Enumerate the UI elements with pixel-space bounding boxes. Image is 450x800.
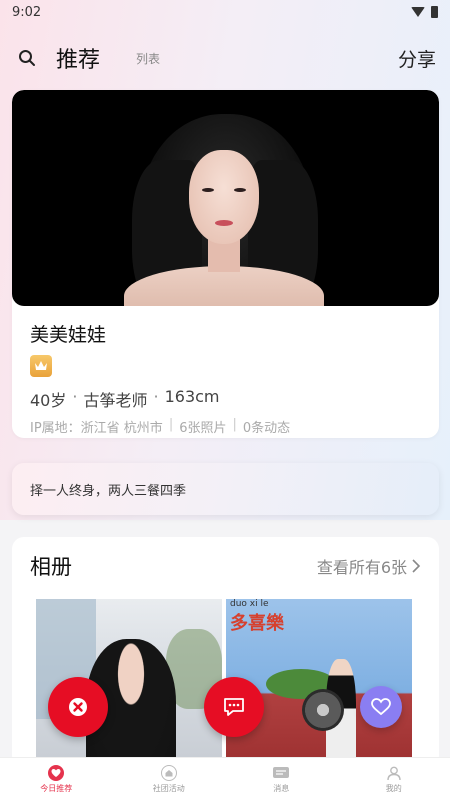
profile-card[interactable]: 美美娃娃 40岁 · 古筝老师 · 163cm IP属地：浙江省 杭州市 | 6… — [12, 90, 439, 438]
tab-club-activities[interactable]: 社团活动 — [113, 758, 226, 800]
tab-recommend[interactable]: 推荐 — [56, 42, 100, 74]
chevron-right-icon — [412, 559, 421, 573]
tab-list[interactable]: 列表 — [136, 50, 160, 67]
vip-badge — [30, 355, 52, 377]
photo-eye-right — [234, 188, 246, 192]
profile-info: 美美娃娃 40岁 · 古筝老师 · 163cm IP属地：浙江省 杭州市 | 6… — [12, 306, 439, 436]
user-icon — [387, 766, 401, 780]
status-time: 9:02 — [12, 4, 42, 20]
separator-dot: · — [153, 387, 159, 406]
photo-caption: 多喜樂 — [230, 613, 284, 634]
tab-today-recommend[interactable]: 今日推荐 — [0, 758, 113, 800]
tab-label: 我的 — [385, 783, 402, 793]
separator-dot: · — [72, 387, 78, 406]
separator: | — [168, 417, 174, 432]
photo-count: 6张照片 — [179, 421, 227, 436]
profile-age: 40岁 — [30, 391, 67, 410]
top-header: 推荐 列表 分享 — [0, 36, 450, 80]
view-all-label: 查看所有6张 — [316, 558, 407, 577]
album-photo[interactable]: duo xi le 多喜樂 — [226, 599, 412, 767]
wifi-icon — [411, 7, 425, 17]
profile-photo[interactable] — [12, 90, 439, 306]
profile-height: 163cm — [164, 387, 220, 406]
house-icon — [160, 764, 177, 781]
photo-caption-pinyin: duo xi le — [230, 599, 269, 609]
ip-location: IP属地：浙江省 杭州市 — [30, 421, 163, 436]
separator: | — [232, 417, 237, 432]
like-button[interactable] — [360, 686, 402, 728]
close-icon — [69, 698, 87, 716]
share-button[interactable]: 分享 — [398, 45, 436, 72]
profile-details: 40岁 · 古筝老师 · 163cm — [30, 387, 421, 411]
bottom-tab-bar: 今日推荐 社团活动 消息 我的 — [0, 757, 450, 800]
search-icon — [19, 50, 35, 66]
album-title: 相册 — [30, 555, 72, 579]
status-bar: 9:02 — [0, 0, 450, 24]
profile-meta: IP属地：浙江省 杭州市 | 6张照片 | 0条动态 — [30, 417, 421, 436]
search-button[interactable] — [14, 45, 40, 71]
tab-label: 消息 — [273, 783, 290, 793]
profile-name: 美美娃娃 — [30, 324, 107, 346]
album-header: 相册 查看所有6张 — [12, 537, 439, 581]
chat-bubble-icon — [224, 698, 244, 716]
tab-messages[interactable]: 消息 — [225, 758, 338, 800]
tab-mine[interactable]: 我的 — [338, 758, 450, 800]
view-all-photos-link[interactable]: 查看所有6张 — [317, 554, 421, 578]
photo-eye-left — [202, 188, 214, 192]
battery-icon — [431, 6, 438, 18]
heart-icon — [371, 698, 391, 716]
photo-face — [189, 150, 259, 244]
message-icon — [273, 766, 290, 778]
tab-label: 今日推荐 — [40, 783, 73, 793]
motto-banner: 择一人终身，两人三餐四季 — [12, 463, 439, 515]
photo-lips — [215, 220, 233, 226]
message-button[interactable] — [204, 677, 264, 737]
post-count: 0条动态 — [242, 421, 291, 436]
status-icons — [411, 6, 438, 18]
profile-occupation: 古筝老师 — [83, 391, 148, 410]
voice-intro-disc[interactable] — [302, 689, 344, 731]
crown-icon — [35, 361, 47, 370]
tab-label: 社团活动 — [152, 783, 185, 793]
heart-tab-icon — [48, 764, 65, 781]
dislike-button[interactable] — [48, 677, 108, 737]
